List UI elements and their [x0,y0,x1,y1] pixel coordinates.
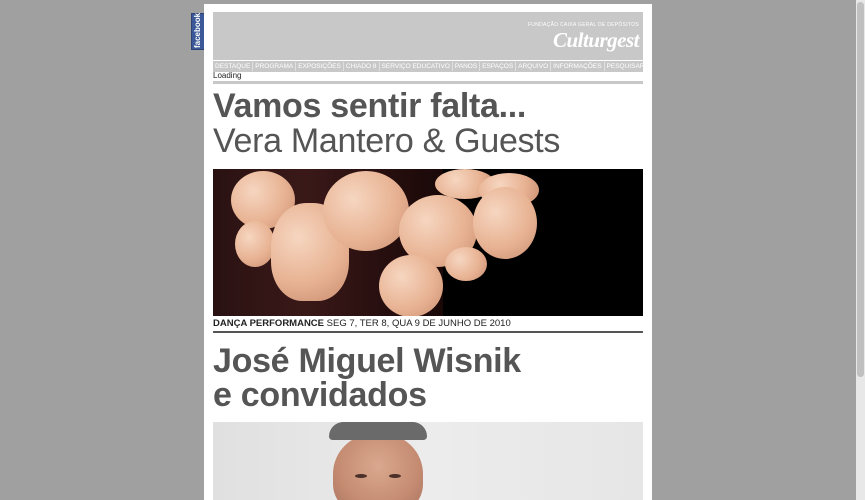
divider [213,331,643,333]
doll-head [379,255,443,316]
doll-head [473,187,537,259]
divider [213,81,643,84]
nav-chiado8[interactable]: CHIADO 8 [344,62,380,71]
event1-dates: SEG 7, TER 8, QUA 9 DE JUNHO DE 2010 [326,318,511,329]
eye [389,474,401,478]
event2-title-line1: José Miguel Wisnik [213,342,521,380]
page-scrollbar[interactable] [856,0,865,500]
person-hair [329,422,427,440]
nav-espacos[interactable]: ESPAÇOS [480,62,517,71]
event2-title-line2: e convidados [213,376,427,414]
event1-subtitle[interactable]: Vera Mantero & Guests [213,123,560,159]
event2-title[interactable]: José Miguel Wisnik e convidados [213,344,521,412]
nav-programa[interactable]: PROGRAMA [253,62,297,71]
nav-pesquisar[interactable]: PESQUISAR [605,62,647,71]
nav-informacoes[interactable]: INFORMAÇÕES [551,62,605,71]
facebook-tab[interactable]: facebook [191,13,205,50]
nav-arquivo[interactable]: ARQUIVO [516,62,552,71]
doll-head [445,247,487,281]
nav-exposicoes[interactable]: EXPOSIÇÕES [296,62,344,71]
facebook-tab-label: facebook [193,12,202,48]
doll-head [323,171,409,251]
event2-photo[interactable] [213,422,643,500]
event1-title[interactable]: Vamos sentir falta... [213,88,526,124]
doll-head [235,221,275,267]
main-nav: DESTAQUE PROGRAMA EXPOSIÇÕES CHIADO 8 SE… [213,60,644,72]
event1-photo[interactable] [213,169,643,316]
eye [355,474,367,478]
person-face [333,434,423,500]
scrollbar-thumb[interactable] [857,2,864,377]
event1-caption: DANÇA PERFORMANCE SEG 7, TER 8, QUA 9 DE… [213,318,511,329]
nav-panos[interactable]: PANOS [453,62,481,71]
culturgest-logo[interactable]: Culturgest [553,28,640,53]
nav-destaque[interactable]: DESTAQUE [213,62,254,71]
loading-text: Loading [213,71,242,80]
site-header: FUNDAÇÃO CAIXA GERAL DE DEPÓSITOS Cultur… [213,12,643,60]
page-content: FUNDAÇÃO CAIXA GERAL DE DEPÓSITOS Cultur… [204,4,652,500]
nav-servico-educativo[interactable]: SERVIÇO EDUCATIVO [380,62,453,71]
event1-category: DANÇA PERFORMANCE [213,318,325,329]
